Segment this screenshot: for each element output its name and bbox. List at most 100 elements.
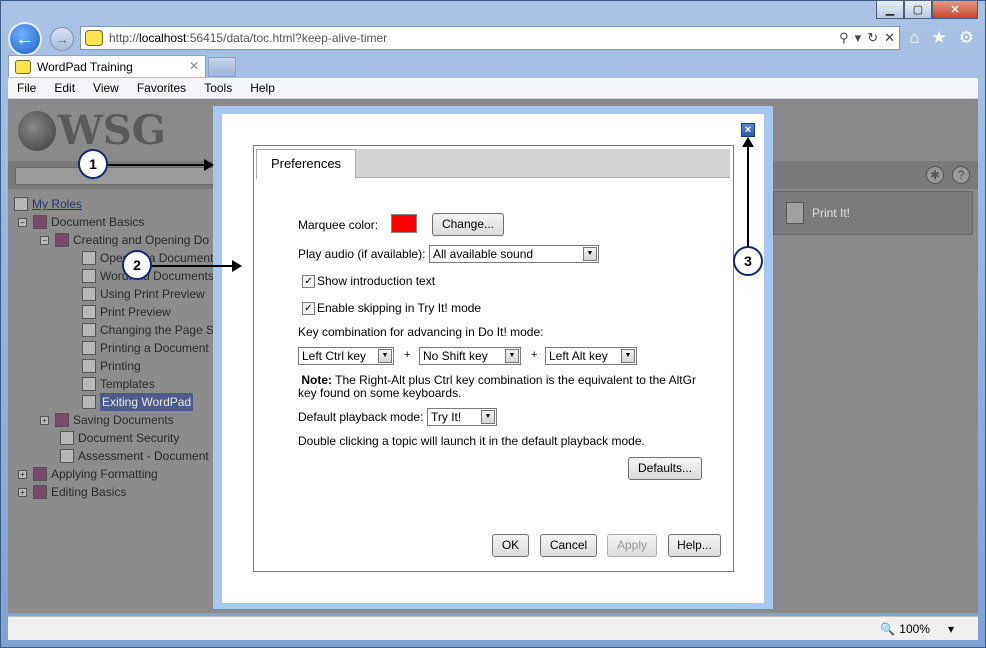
toc-item[interactable]: + Editing Basics — [18, 483, 126, 501]
doc-icon — [82, 377, 96, 391]
favorites-star-icon[interactable]: ★ — [932, 28, 947, 48]
play-audio-select[interactable]: All available sound ▼ — [429, 245, 599, 263]
tab-preferences[interactable]: Preferences — [256, 149, 356, 179]
enable-skip-checkbox[interactable]: ✓ — [302, 302, 315, 315]
menu-bar: File Edit View Favorites Tools Help — [8, 78, 978, 99]
toc-item[interactable]: Templates — [82, 375, 155, 393]
chevron-down-icon[interactable]: ▾ — [948, 622, 954, 636]
close-icon[interactable]: × — [741, 123, 755, 137]
globe-icon — [18, 110, 56, 151]
home-icon[interactable]: ⌂ — [909, 28, 919, 48]
zoom-control[interactable]: 🔍 100% ▾ — [880, 622, 954, 636]
toc-item[interactable]: − Creating and Opening Do — [40, 231, 209, 249]
toc-item[interactable]: − Document Basics — [18, 213, 144, 231]
chevron-down-icon[interactable]: ▼ — [621, 349, 635, 363]
toc-item[interactable]: Changing the Page S — [82, 321, 214, 339]
chevron-down-icon[interactable]: ▼ — [505, 349, 519, 363]
toc-item[interactable]: + Saving Documents — [40, 411, 174, 429]
help-page-icon — [82, 359, 96, 373]
key3-select[interactable]: Left Alt key ▼ — [545, 347, 637, 365]
defaults-button[interactable]: Defaults... — [628, 457, 702, 480]
change-color-button[interactable]: Change... — [432, 213, 504, 236]
settings-icon[interactable]: ✱ — [926, 166, 944, 184]
refresh-icon[interactable]: ↻ — [867, 30, 878, 46]
enable-skip-label: Enable skipping in Try It! mode — [317, 301, 482, 315]
callout-1-arrow — [108, 159, 214, 171]
callout-3: 3 — [733, 246, 763, 276]
toc-item[interactable]: Assessment - Document I — [60, 447, 215, 465]
toc-item[interactable]: Using Print Preview — [82, 285, 205, 303]
toc-item[interactable]: Print Preview — [82, 303, 171, 321]
tab-close-icon[interactable]: ✕ — [189, 59, 199, 73]
book-icon — [33, 467, 47, 481]
wsg-logo: WSG — [18, 107, 166, 154]
toc-search-input[interactable] — [15, 167, 215, 185]
key1-select[interactable]: Left Ctrl key ▼ — [298, 347, 394, 365]
tab-wordpad-training[interactable]: WordPad Training ✕ — [8, 55, 206, 77]
book-icon — [55, 413, 69, 427]
doc-icon — [60, 431, 74, 445]
collapse-icon[interactable]: − — [18, 217, 27, 227]
default-mode-select[interactable]: Try It! ▼ — [427, 408, 497, 426]
menu-edit[interactable]: Edit — [45, 81, 84, 95]
collapse-icon[interactable]: − — [40, 235, 49, 245]
show-intro-checkbox[interactable]: ✓ — [302, 275, 315, 288]
new-tab-button[interactable] — [208, 57, 236, 77]
expand-icon[interactable]: + — [18, 469, 27, 479]
chevron-down-icon[interactable]: ▼ — [481, 410, 495, 424]
print-it-button[interactable]: Print It! — [786, 202, 850, 224]
toc-item[interactable]: Document Security — [60, 429, 179, 447]
tools-gear-icon[interactable]: ⚙ — [959, 28, 974, 48]
menu-favorites[interactable]: Favorites — [128, 81, 195, 95]
help-button[interactable]: Help... — [668, 534, 721, 557]
checkbox-icon[interactable] — [14, 197, 28, 211]
menu-file[interactable]: File — [8, 81, 45, 95]
apply-button[interactable]: Apply — [607, 534, 657, 557]
status-bar: 🔍 100% ▾ — [8, 616, 978, 640]
help-page-icon — [82, 305, 96, 319]
page-icon — [82, 287, 96, 301]
minimize-button[interactable]: ▁ — [876, 0, 904, 19]
plus-sign: + — [531, 349, 538, 361]
site-favicon-icon — [85, 30, 103, 46]
toc-item[interactable]: + Applying Formatting — [18, 465, 158, 483]
maximize-button[interactable]: ▢ — [904, 0, 932, 19]
help-page-icon — [60, 449, 74, 463]
my-roles-row[interactable]: My Roles — [14, 195, 82, 213]
help-icon[interactable]: ? — [952, 166, 970, 184]
toc-item[interactable]: Printing — [82, 357, 141, 375]
expand-icon[interactable]: + — [40, 415, 49, 425]
toc-item-selected[interactable]: Exiting WordPad — [82, 393, 194, 411]
back-button[interactable]: ← — [8, 22, 42, 56]
plus-sign: + — [404, 349, 411, 361]
note-text: Note: The Right-Alt plus Ctrl key combin… — [298, 373, 696, 400]
page-icon — [82, 395, 96, 409]
callout-2-arrow — [152, 260, 242, 272]
close-window-button[interactable]: ✕ — [932, 0, 978, 19]
default-mode-label: Default playback mode: — [298, 410, 424, 424]
zoom-icon: 🔍 — [880, 622, 896, 636]
address-bar[interactable]: http://localhost:56415/data/toc.html?kee… — [80, 26, 900, 50]
key-combo-label: Key combination for advancing in Do It! … — [298, 325, 544, 339]
my-roles-link[interactable]: My Roles — [32, 195, 82, 213]
search-icon[interactable]: ⚲ — [839, 30, 849, 46]
cancel-button[interactable]: Cancel — [540, 534, 597, 557]
navigation-bar: ← → http://localhost:56415/data/toc.html… — [8, 22, 978, 56]
chevron-down-icon[interactable]: ▼ — [583, 247, 597, 261]
expand-icon[interactable]: + — [18, 487, 27, 497]
key2-select[interactable]: No Shift key ▼ — [419, 347, 521, 365]
callout-2: 2 — [122, 250, 152, 280]
ok-button[interactable]: OK — [492, 534, 529, 557]
menu-help[interactable]: Help — [241, 81, 284, 95]
page-icon — [82, 251, 96, 265]
menu-tools[interactable]: Tools — [195, 81, 241, 95]
forward-button[interactable]: → — [50, 27, 74, 51]
menu-view[interactable]: View — [84, 81, 128, 95]
dropdown-icon[interactable]: ▾ — [855, 30, 862, 46]
window-controls: ▁ ▢ ✕ — [876, 0, 978, 19]
toc-item[interactable]: Printing a Document — [82, 339, 209, 357]
book-open-icon — [33, 215, 47, 229]
chevron-down-icon[interactable]: ▼ — [378, 349, 392, 363]
stop-icon[interactable]: ✕ — [884, 30, 895, 46]
double-click-text: Double clicking a topic will launch it i… — [298, 434, 645, 448]
